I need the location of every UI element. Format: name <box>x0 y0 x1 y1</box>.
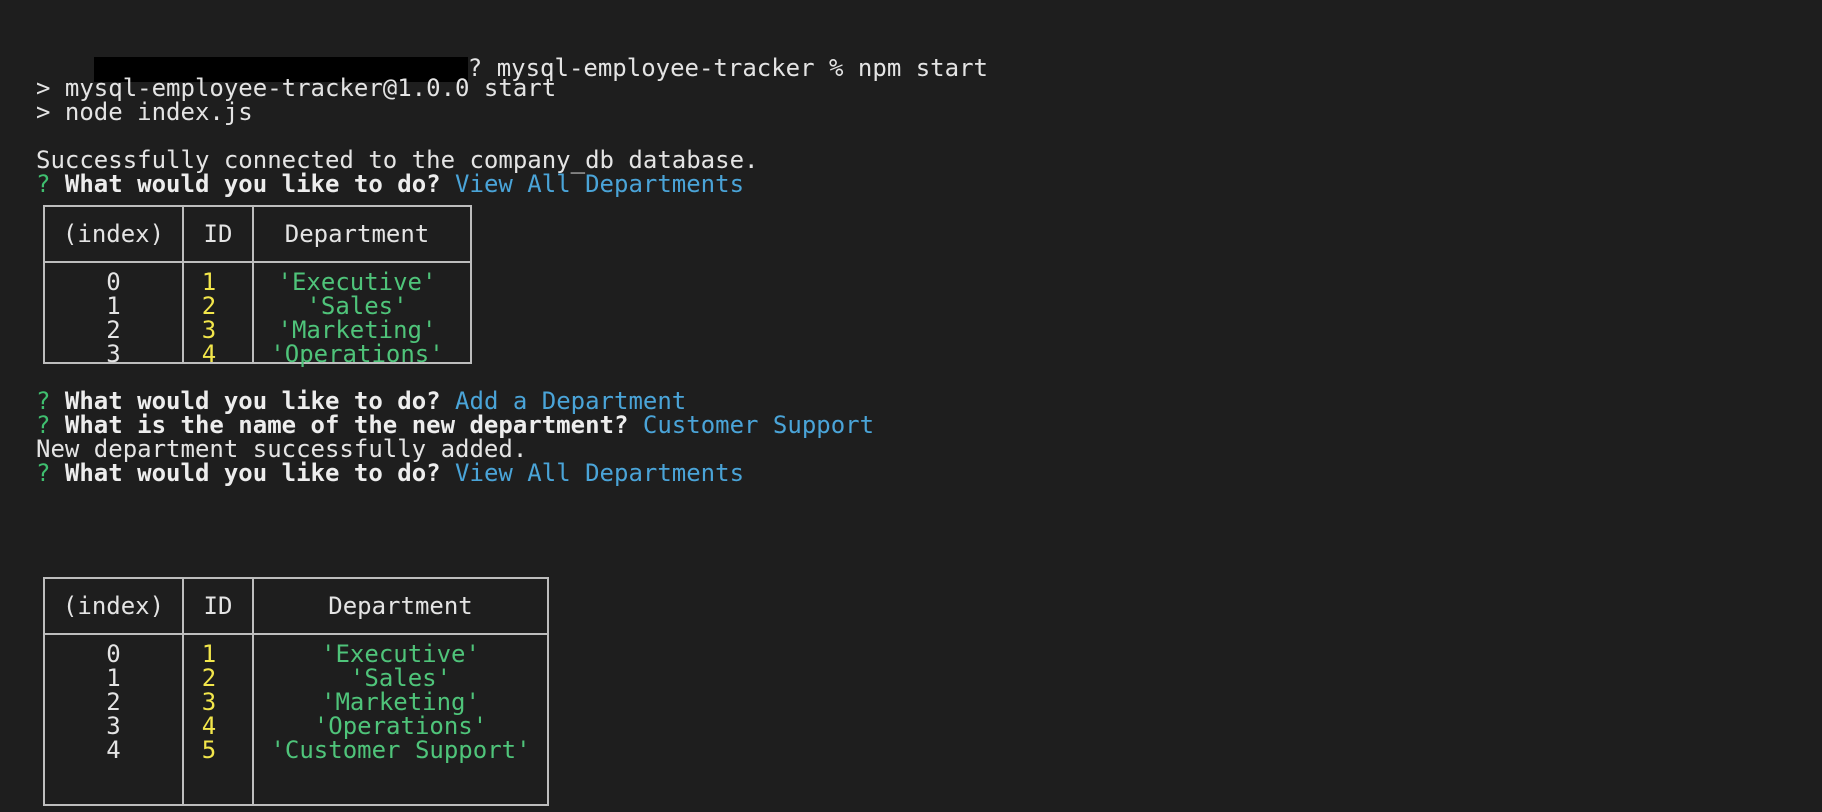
prompt-answer: Customer Support <box>642 411 875 439</box>
table-header-department: Department <box>284 220 430 248</box>
table-header-index: (index) <box>62 592 165 620</box>
header-divider <box>45 261 470 263</box>
prompt-question: What would you like to do? <box>64 170 441 198</box>
prompt-question: What would you like to do? <box>64 459 441 487</box>
table-header-id: ID <box>203 592 233 620</box>
prompt-line: ? What would you like to do? View All De… <box>36 459 744 487</box>
row-department: 'Customer Support' <box>270 736 531 764</box>
table-header-department: Department <box>328 592 473 620</box>
row-index: 3 <box>106 340 121 368</box>
question-mark: ? <box>36 170 51 198</box>
prompt-answer: View All Departments <box>455 170 745 198</box>
row-id: 4 <box>201 340 217 368</box>
question-mark: ? <box>36 459 51 487</box>
prompt-answer: View All Departments <box>455 459 745 487</box>
departments-table: (index) ID Department 0 1 'Executive' 1 … <box>43 577 549 806</box>
row-department: 'Operations' <box>270 340 444 368</box>
prompt-line: ? What would you like to do? View All De… <box>36 170 744 198</box>
npm-command-line: > node index.js <box>36 98 253 126</box>
table-header-id: ID <box>203 220 233 248</box>
header-divider <box>45 633 547 635</box>
table-header-index: (index) <box>62 220 165 248</box>
row-index: 4 <box>106 736 121 764</box>
row-id: 5 <box>201 736 217 764</box>
departments-table: (index) ID Department 0 1 'Executive' 1 … <box>43 205 472 368</box>
shell-prompt-line: ? mysql-employee-tracker % npm start <box>36 26 988 82</box>
